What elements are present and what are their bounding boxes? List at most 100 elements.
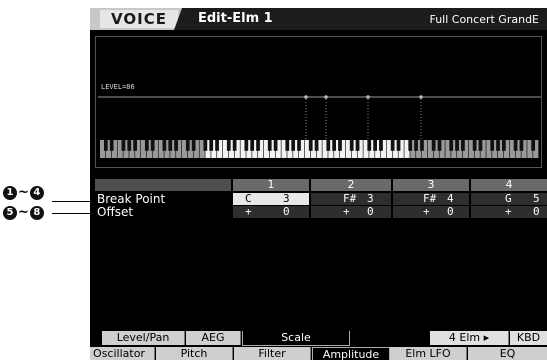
break-point-4[interactable]: G 5 bbox=[471, 193, 547, 205]
callout-number: 1 bbox=[3, 186, 17, 200]
black-key bbox=[133, 140, 137, 151]
black-key bbox=[297, 140, 301, 151]
black-key bbox=[420, 140, 424, 151]
black-key bbox=[226, 140, 231, 151]
break-point-marker bbox=[304, 95, 308, 99]
black-key bbox=[203, 140, 208, 151]
break-point-marker bbox=[366, 95, 370, 99]
header-col-2: 2 bbox=[311, 179, 391, 191]
black-key bbox=[414, 140, 418, 151]
black-key bbox=[150, 140, 155, 151]
offset-sign: + bbox=[343, 205, 350, 218]
table-row-offset: Offset + 0 + 0 + 0 + 0 bbox=[95, 206, 547, 218]
title-bar: VOICE Edit-Elm 1 Full Concert GrandE bbox=[90, 8, 547, 30]
row-label-break-point: Break Point bbox=[97, 192, 166, 206]
black-key bbox=[396, 140, 401, 151]
tab-aeg[interactable]: AEG bbox=[186, 331, 241, 345]
callout-number: 8 bbox=[29, 206, 44, 220]
break-point-marker bbox=[324, 95, 328, 99]
black-key bbox=[244, 140, 249, 151]
tab-scale[interactable]: Scale bbox=[242, 331, 350, 346]
tab-oscillator[interactable]: Oscillator bbox=[90, 347, 155, 360]
kbd-button[interactable]: KBD bbox=[510, 331, 547, 345]
keyboard-strip bbox=[100, 140, 539, 158]
note-octave: 3 bbox=[367, 192, 374, 205]
black-key bbox=[291, 140, 296, 151]
scale-graph: LEVEL=86 bbox=[95, 36, 542, 168]
black-key bbox=[472, 140, 477, 151]
break-point-marker bbox=[419, 95, 423, 99]
tab-elm-lfo[interactable]: Elm LFO bbox=[390, 347, 467, 360]
break-point-3[interactable]: F# 4 bbox=[393, 193, 469, 205]
header-col-3: 3 bbox=[393, 179, 469, 191]
black-key bbox=[326, 140, 331, 151]
tab-amplitude[interactable]: Amplitude bbox=[312, 347, 390, 360]
black-key bbox=[338, 140, 342, 151]
row-label-offset: Offset bbox=[97, 205, 134, 219]
table-row-break-point: Break Point C 3 F# 3 F# 4 G 5 bbox=[95, 193, 547, 205]
table-header: 1 2 3 4 bbox=[95, 179, 547, 191]
black-key bbox=[431, 140, 436, 151]
break-point-1[interactable]: C 3 bbox=[233, 193, 309, 205]
note-octave: 4 bbox=[447, 192, 454, 205]
offset-3[interactable]: + 0 bbox=[393, 206, 469, 218]
black-key bbox=[215, 140, 219, 151]
black-key bbox=[103, 140, 108, 151]
black-key bbox=[168, 140, 173, 151]
voice-name: Full Concert GrandE bbox=[429, 13, 539, 26]
callout-number: 4 bbox=[29, 186, 44, 200]
leader-line bbox=[52, 201, 93, 202]
black-key bbox=[162, 140, 167, 151]
note-octave: 5 bbox=[533, 192, 540, 205]
black-key bbox=[531, 140, 536, 151]
offset-4[interactable]: + 0 bbox=[471, 206, 547, 218]
black-key bbox=[314, 140, 319, 151]
offset-value: 0 bbox=[447, 205, 454, 218]
black-key bbox=[232, 140, 237, 151]
offset-1[interactable]: + 0 bbox=[233, 206, 309, 218]
four-elm-button[interactable]: 4 Elm ▸ bbox=[430, 331, 509, 345]
black-key bbox=[437, 140, 442, 151]
level-label: LEVEL=86 bbox=[101, 83, 135, 91]
callout-offset: 5 ~ 8 bbox=[3, 206, 44, 220]
black-key bbox=[490, 140, 495, 151]
tab-filter[interactable]: Filter bbox=[234, 347, 311, 360]
note-octave: 3 bbox=[283, 192, 290, 205]
header-blank bbox=[95, 179, 231, 191]
scale-graph-svg bbox=[98, 95, 541, 158]
note-name: F# bbox=[343, 192, 357, 205]
black-key bbox=[379, 140, 383, 151]
black-key bbox=[185, 140, 190, 151]
tab-pitch[interactable]: Pitch bbox=[156, 347, 233, 360]
tab-eq[interactable]: EQ bbox=[468, 347, 547, 360]
callout-number: 5 bbox=[3, 206, 17, 220]
offset-sign: + bbox=[245, 205, 252, 218]
black-key bbox=[455, 140, 459, 151]
mode-label: VOICE bbox=[100, 10, 178, 28]
black-key bbox=[209, 140, 214, 151]
black-key bbox=[496, 140, 500, 151]
note-name: C bbox=[245, 192, 252, 205]
leader-line bbox=[52, 213, 93, 214]
lcd-screen: VOICE Edit-Elm 1 Full Concert GrandE LEV… bbox=[90, 8, 547, 360]
black-key bbox=[502, 140, 506, 151]
tab-level-pan[interactable]: Level/Pan bbox=[102, 331, 185, 345]
break-point-2[interactable]: F# 3 bbox=[311, 193, 391, 205]
note-name: F# bbox=[423, 192, 437, 205]
black-key bbox=[174, 140, 178, 151]
tilde: ~ bbox=[18, 185, 29, 200]
black-key bbox=[121, 140, 126, 151]
sub-tab-bar: Level/Pan AEG Scale 4 Elm ▸ KBD bbox=[90, 331, 547, 346]
black-key bbox=[273, 140, 278, 151]
offset-value: 0 bbox=[283, 205, 290, 218]
black-key bbox=[367, 140, 372, 151]
offset-2[interactable]: + 0 bbox=[311, 206, 391, 218]
black-key bbox=[408, 140, 413, 151]
black-key bbox=[109, 140, 114, 151]
black-key bbox=[449, 140, 454, 151]
black-key bbox=[250, 140, 255, 151]
black-key bbox=[127, 140, 132, 151]
black-key bbox=[285, 140, 290, 151]
black-key bbox=[332, 140, 337, 151]
black-key bbox=[478, 140, 483, 151]
